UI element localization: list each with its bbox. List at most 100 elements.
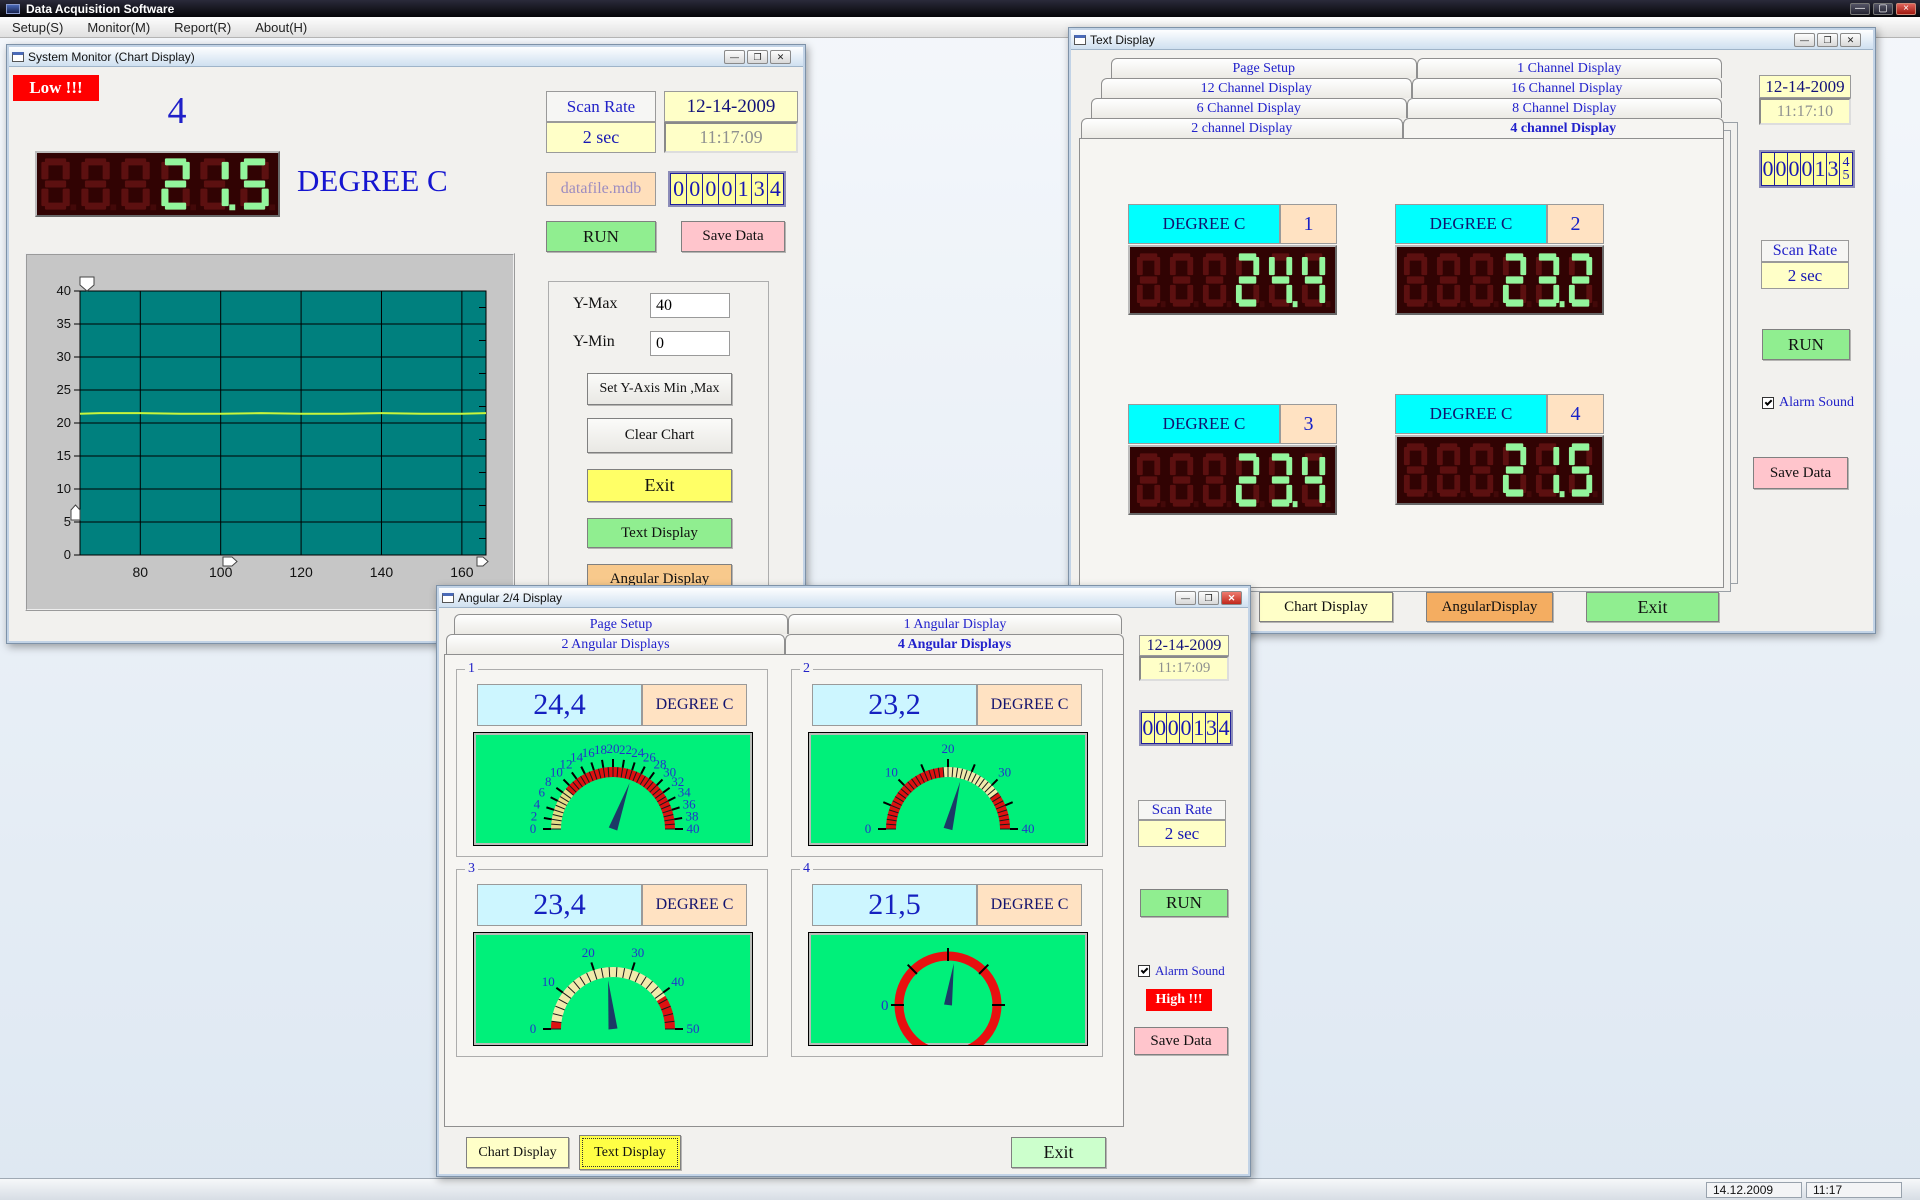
channel-number-badge: 2	[1547, 204, 1604, 244]
tab-2-angular-displays[interactable]: 2 Angular Displays	[446, 634, 785, 654]
gauge-value-display: 23,2	[812, 684, 977, 726]
date-display: 12-14-2009	[664, 91, 798, 122]
save-data-button[interactable]: Save Data	[681, 221, 785, 252]
text-display-button[interactable]: Text Display	[587, 518, 732, 548]
maximize-icon[interactable]: ❐	[1817, 32, 1838, 47]
close-icon[interactable]: ✕	[1840, 32, 1861, 47]
gauge-number-label: 3	[465, 861, 478, 877]
tab-8-channel-display[interactable]: 8 Channel Display	[1406, 98, 1722, 118]
counter-cell: 4	[769, 176, 781, 201]
tab-1-channel-display[interactable]: 1 Channel Display	[1416, 58, 1722, 78]
svg-text:20: 20	[607, 741, 620, 756]
minimize-icon[interactable]: —	[1175, 590, 1196, 605]
run-button[interactable]: RUN	[546, 221, 656, 252]
counter-cell: 0	[719, 174, 736, 204]
save-data-button[interactable]: Save Data	[1753, 457, 1848, 489]
chart-display-button[interactable]: Chart Display	[466, 1137, 569, 1168]
channel-unit-label: DEGREE C	[1128, 404, 1280, 444]
sevenseg-digit	[1169, 253, 1199, 308]
maximize-icon[interactable]: ❐	[747, 49, 768, 64]
angular-display-client: Page Setup 1 Angular Display 2 Angular Dis…	[439, 608, 1248, 1174]
axis-scroll-handle[interactable]	[222, 556, 238, 567]
sevenseg-digit	[1136, 253, 1166, 308]
svg-text:40: 40	[1022, 821, 1035, 836]
clear-chart-button[interactable]: Clear Chart	[587, 418, 732, 453]
run-button[interactable]: RUN	[1762, 329, 1850, 360]
text-display-button[interactable]: Text Display	[579, 1135, 681, 1170]
window-titlebar[interactable]: System Monitor (Chart Display) — ❐ ✕	[9, 47, 803, 67]
tab-page-setup[interactable]: Page Setup	[454, 614, 788, 634]
alarm-sound-checkbox[interactable]	[1138, 965, 1150, 977]
y-max-input[interactable]: 40	[650, 293, 730, 318]
gauge-panel: 0 10 20 30 40	[808, 732, 1088, 846]
sevenseg-digit	[1403, 443, 1433, 498]
status-time: 11:17	[1806, 1182, 1902, 1198]
run-button[interactable]: RUN	[1140, 889, 1228, 917]
channel-display-4: DEGREE C4	[1395, 394, 1604, 506]
counter-cell: 0	[1155, 713, 1168, 743]
channel-number-badge: 1	[1280, 204, 1337, 244]
window-titlebar[interactable]: Angular 2/4 Display — ❐ ✕	[439, 588, 1248, 608]
menu-item-setups[interactable]: Setup(S)	[0, 18, 75, 37]
chart-controls-group: Y-Max 40 Y-Min 0 Set Y-Axis Min ,Max Cle…	[548, 281, 769, 611]
minimize-icon[interactable]: —	[1794, 32, 1815, 47]
scan-rate-value: 2 sec	[1138, 820, 1226, 847]
datafile-field[interactable]: datafile.mdb	[546, 172, 656, 206]
tab-12-channel-display[interactable]: 12 Channel Display	[1101, 78, 1412, 98]
save-data-button[interactable]: Save Data	[1134, 1027, 1228, 1055]
close-icon[interactable]: ✕	[770, 49, 791, 64]
maximize-icon[interactable]: ❐	[1198, 590, 1219, 605]
tab-row: 2 channel Display 4 channel Display	[1081, 118, 1724, 138]
gauge-group-1: 1 24,4 DEGREE C 0 2 4 6 8 10 12 14 16 18 20 22 24 26 28 30…	[456, 661, 768, 857]
sevenseg-digit	[200, 158, 236, 211]
exit-button[interactable]: Exit	[1586, 592, 1719, 622]
exit-button[interactable]: Exit	[587, 469, 732, 502]
exit-button[interactable]: Exit	[1011, 1137, 1106, 1168]
chart-plot[interactable]: 051015202530354080 100 120 140 160	[27, 255, 511, 607]
axis-scroll-handle[interactable]	[476, 556, 489, 567]
y-min-input[interactable]: 0	[650, 331, 730, 356]
counter-cell: 0	[1788, 153, 1801, 185]
close-icon[interactable]: ✕	[1221, 590, 1242, 605]
gauge-number-label: 1	[465, 661, 478, 677]
maximize-icon[interactable]: ▢	[1873, 2, 1893, 15]
close-icon[interactable]: ×	[1896, 2, 1916, 15]
window-system-monitor: System Monitor (Chart Display) — ❐ ✕ Low…	[6, 44, 806, 644]
tab-6-channel-display[interactable]: 6 Channel Display	[1091, 98, 1407, 118]
angular-display-button[interactable]: AngularDisplay	[1426, 592, 1553, 622]
chart-display-button[interactable]: Chart Display	[1259, 592, 1393, 622]
minimize-icon[interactable]: —	[1850, 2, 1870, 15]
window-titlebar[interactable]: Text Display — ❐ ✕	[1071, 30, 1873, 50]
counter-cell: 3	[752, 174, 768, 204]
minimize-icon[interactable]: —	[724, 49, 745, 64]
channel-unit-label: DEGREE C	[1395, 204, 1547, 244]
gauge-panel: 0	[808, 932, 1088, 1046]
tab-page-setup[interactable]: Page Setup	[1111, 58, 1417, 78]
menu-item-abouth[interactable]: About(H)	[243, 18, 319, 37]
menu-item-reportr[interactable]: Report(R)	[162, 18, 243, 37]
tab-16-channel-display[interactable]: 16 Channel Display	[1411, 78, 1722, 98]
tab-row: 12 Channel Display 16 Channel Display	[1101, 78, 1722, 98]
tab-row: 6 Channel Display 8 Channel Display	[1091, 98, 1722, 118]
sevenseg-digit	[1235, 453, 1265, 508]
tab-1-angular-display[interactable]: 1 Angular Display	[788, 614, 1122, 634]
gauge-dial: 0	[881, 948, 1005, 1045]
set-y-axis-button[interactable]: Set Y-Axis Min ,Max	[587, 373, 732, 405]
gauge-number-label: 4	[800, 861, 813, 877]
alarm-sound-checkbox[interactable]	[1762, 397, 1774, 409]
alarm-sound-option[interactable]: Alarm Sound	[1762, 395, 1854, 411]
sevenseg-digit	[1301, 253, 1331, 308]
axis-scroll-handle[interactable]	[70, 504, 81, 521]
menu-item-monitorm[interactable]: Monitor(M)	[75, 18, 162, 37]
tab-4-channel-display[interactable]: 4 channel Display	[1402, 118, 1724, 138]
counter-cell: 0	[1142, 713, 1155, 743]
tab-strip: Page Setup 1 Angular Display 2 Angular Dis…	[444, 614, 1124, 654]
gauge-value-display: 24,4	[477, 684, 642, 726]
sevenseg-digit	[1301, 453, 1331, 508]
tab-4-angular-displays[interactable]: 4 Angular Displays	[785, 634, 1124, 654]
alarm-sound-option[interactable]: Alarm Sound	[1138, 963, 1225, 979]
axis-scroll-handle[interactable]	[79, 276, 95, 292]
sevenseg-display	[1395, 435, 1604, 505]
tab-2-channel-display[interactable]: 2 channel Display	[1081, 118, 1403, 138]
svg-text:15: 15	[57, 448, 71, 463]
